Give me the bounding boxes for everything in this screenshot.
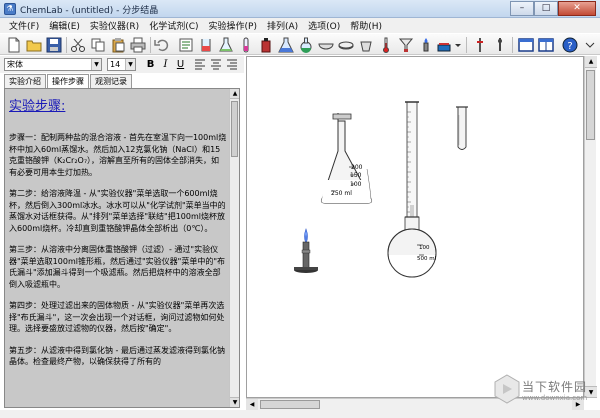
left-panel-tabs: 实验介绍 操作步骤 观测记录 — [4, 74, 133, 89]
scroll-thumb[interactable] — [586, 70, 595, 140]
menu-bar: 文件(F) 编辑(E) 实验仪器(R) 化学试剂(C) 实验操作(P) 排列(A… — [0, 18, 600, 33]
menu-arrange[interactable]: 排列(A) — [262, 19, 303, 32]
open-folder-icon[interactable] — [26, 37, 42, 53]
beaker-icon[interactable] — [198, 37, 214, 53]
scroll-up-icon[interactable]: ▲ — [585, 56, 597, 68]
test-tube-icon[interactable] — [238, 37, 254, 53]
menu-procedures[interactable]: 实验操作(P) — [204, 19, 262, 32]
watermark-logo-icon — [494, 374, 520, 404]
connect-icon[interactable] — [472, 37, 488, 53]
step-paragraph: 第二步：给溶液降温 - 从"实验仪器"菜单选取一个600ml烧杯，然后倒入300… — [9, 189, 226, 233]
paste-icon[interactable] — [110, 37, 126, 53]
step-paragraph: 步骤一：配制两种盐的混合溶液 - 首先在室温下向一100ml烧杯中加入60ml蒸… — [9, 133, 227, 177]
properties-icon[interactable] — [178, 37, 194, 53]
scroll-down-icon[interactable]: ▼ — [230, 397, 239, 407]
new-document-icon[interactable] — [6, 37, 22, 53]
font-family-value: 宋体 — [7, 60, 23, 69]
cut-icon[interactable] — [70, 37, 86, 53]
help-icon[interactable]: ? — [562, 37, 578, 53]
petri-dish-icon[interactable] — [338, 37, 354, 53]
underline-button[interactable]: U — [175, 58, 186, 71]
undo-icon[interactable] — [154, 37, 170, 53]
menu-edit[interactable]: 编辑(E) — [44, 19, 85, 32]
minimize-button[interactable]: – — [510, 1, 534, 16]
evaporating-dish-icon[interactable] — [318, 37, 334, 53]
tab-observations[interactable]: 观测记录 — [90, 74, 132, 88]
tab-introduction[interactable]: 实验介绍 — [4, 74, 46, 88]
format-bar: 宋体 ▼ 14 ▼ B I U — [0, 56, 244, 73]
procedure-scrollbar[interactable]: ▲ ▼ — [229, 89, 239, 407]
scroll-thumb[interactable] — [260, 400, 320, 409]
window-controls: – □ ✕ — [510, 1, 596, 16]
flask-volume-label: 250 ml — [331, 190, 352, 197]
close-button[interactable]: ✕ — [558, 1, 596, 16]
save-icon[interactable] — [46, 37, 62, 53]
title-bar: ⚗ ChemLab - (untitled) - 分步结晶 – □ ✕ — [0, 0, 600, 18]
dropper-bottle-icon[interactable] — [258, 37, 274, 53]
font-size-value: 14 — [110, 60, 121, 69]
italic-button[interactable]: I — [160, 58, 171, 71]
procedure-text[interactable]: 实验步骤: 步骤一：配制两种盐的混合溶液 - 首先在室温下向一100ml烧杯中加… — [5, 89, 231, 407]
watermark-url: www.downxia.com — [522, 394, 588, 402]
lab-bench-canvas[interactable]: 200 150 100 250 ml 100 500 ml — [246, 56, 584, 398]
main-toolbar: ? — [0, 33, 600, 55]
procedure-heading: 实验步骤: — [9, 99, 66, 114]
flask-mark-200: 200 — [351, 164, 363, 171]
single-view-icon[interactable] — [518, 37, 534, 53]
font-size-select[interactable]: 14 ▼ — [107, 58, 136, 71]
chevron-down-icon[interactable]: ▼ — [91, 59, 101, 70]
cylinder-mark-100: 100 — [419, 245, 430, 251]
erlenmeyer-flask[interactable]: 200 150 100 250 ml — [320, 113, 373, 204]
svg-text:?: ? — [567, 41, 572, 52]
bunsen-burner[interactable] — [294, 228, 318, 273]
tab-procedure[interactable]: 操作步骤 — [47, 74, 89, 89]
scroll-up-icon[interactable]: ▲ — [230, 89, 239, 99]
test-tube[interactable] — [456, 106, 468, 150]
dropdown-arrow-icon[interactable] — [450, 37, 466, 53]
overflow-chevron-icon[interactable] — [582, 37, 598, 53]
align-center-icon[interactable] — [210, 59, 222, 70]
procedure-panel: 实验步骤: 步骤一：配制两种盐的混合溶液 - 首先在室温下向一100ml烧杯中加… — [4, 88, 240, 408]
step-paragraph: 第五步：从滤液中得到氯化钠 - 最后通过蒸发滤液得到氯化钠晶体。检查最终产物，以… — [9, 345, 225, 367]
pipette-icon[interactable] — [492, 37, 508, 53]
watermark-text: 当下软件园 — [522, 380, 588, 394]
chemlab-app-icon: ⚗ — [4, 3, 16, 15]
funnel-icon[interactable] — [398, 37, 414, 53]
crucible-icon[interactable] — [358, 37, 374, 53]
maximize-button[interactable]: □ — [534, 1, 558, 16]
chevron-down-icon[interactable]: ▼ — [125, 59, 135, 70]
menu-apparatus[interactable]: 实验仪器(R) — [85, 19, 144, 32]
menu-chemicals[interactable]: 化学试剂(C) — [144, 19, 203, 32]
scroll-thumb[interactable] — [231, 101, 238, 157]
split-view-icon[interactable] — [538, 37, 554, 53]
copy-icon[interactable] — [90, 37, 106, 53]
window-title: ChemLab - (untitled) - 分步结晶 — [20, 6, 159, 16]
menu-file[interactable]: 文件(F) — [4, 19, 44, 32]
burner-icon[interactable] — [418, 37, 434, 53]
step-paragraph: 第四步：处理过滤出来的固体物质 - 从"实验仪器"菜单再次选择"布氏漏斗"，这一… — [9, 301, 225, 333]
scroll-left-icon[interactable]: ◀ — [246, 399, 258, 410]
flask-mark-150: 150 — [350, 172, 362, 179]
font-family-select[interactable]: 宋体 ▼ — [4, 58, 102, 71]
flask-icon[interactable] — [218, 37, 234, 53]
canvas-vertical-scrollbar[interactable]: ▲ ▼ — [584, 56, 597, 398]
align-right-icon[interactable] — [226, 59, 238, 70]
round-bottom-flask[interactable]: 100 500 ml — [387, 216, 437, 279]
round-flask-icon[interactable] — [298, 37, 314, 53]
menu-help[interactable]: 帮助(H) — [345, 19, 387, 32]
menu-options[interactable]: 选项(O) — [303, 19, 345, 32]
print-icon[interactable] — [130, 37, 146, 53]
watermark: 当下软件园 www.downxia.com — [492, 372, 592, 412]
bold-button[interactable]: B — [145, 58, 156, 71]
flask-mark-100: 100 — [350, 181, 362, 188]
conical-flask-icon[interactable] — [278, 37, 294, 53]
round-flask-volume-label: 500 ml — [417, 256, 437, 262]
thermometer-icon[interactable] — [378, 37, 394, 53]
align-left-icon[interactable] — [194, 59, 206, 70]
step-paragraph: 第三步：从溶液中分离固体重铬酸钾（过滤）- 通过"实验仪器"菜单选取100ml锥… — [9, 245, 226, 289]
